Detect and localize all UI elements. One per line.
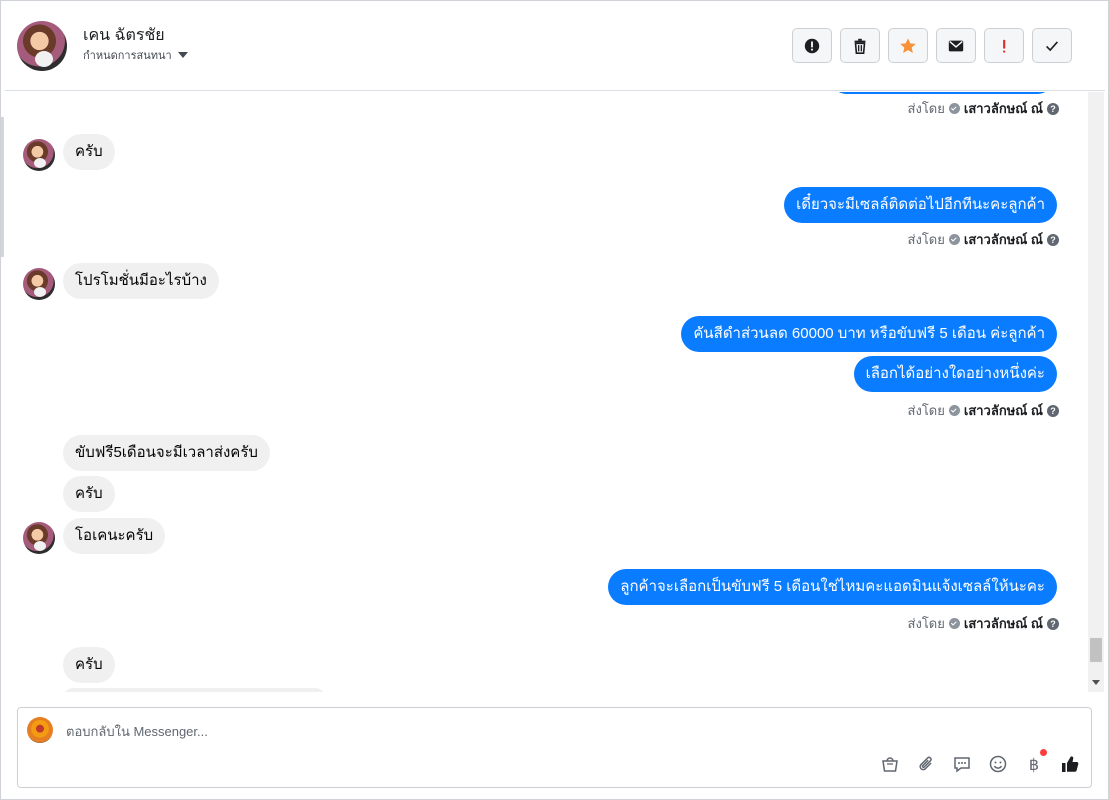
star-icon — [900, 37, 916, 53]
contact-message-avatar[interactable] — [23, 268, 55, 300]
thread-scrollbar[interactable] — [1088, 92, 1104, 692]
report-button[interactable] — [792, 28, 832, 63]
incoming-message-partial — [63, 688, 325, 692]
thumbs-up-icon — [1062, 756, 1079, 772]
incoming-message[interactable]: ครับ — [63, 134, 115, 170]
seen-check-icon — [948, 618, 960, 629]
scrollbar-thumb[interactable] — [1090, 638, 1102, 662]
outgoing-message[interactable]: คันสีดำส่วนลด 60000 บาท หรือขับฟรี 5 เดื… — [681, 316, 1057, 352]
help-icon[interactable]: ? — [1047, 404, 1059, 417]
incoming-message[interactable]: ครับ — [63, 476, 115, 512]
outgoing-message[interactable]: เดี๋ยวจะมีเซลล์ติดต่อไปอีกทีนะคะลูกค้า — [784, 187, 1057, 223]
messenger-window: เคน ฉัตรชัย กำหนดการสนทนา ส่งโดย เสาวลัก… — [0, 0, 1109, 800]
seen-check-icon — [948, 103, 960, 114]
paperclip-icon — [919, 756, 932, 771]
reply-input[interactable] — [66, 722, 766, 740]
contact-name[interactable]: เคน ฉัตรชัย — [83, 23, 165, 48]
check-icon — [1046, 40, 1059, 51]
like-button[interactable] — [1059, 753, 1081, 775]
incoming-message[interactable]: ครับ — [63, 647, 115, 683]
help-icon[interactable]: ? — [1047, 617, 1059, 630]
contact-message-avatar[interactable] — [23, 522, 55, 554]
chat-bubble-icon — [954, 757, 970, 773]
envelope-icon — [948, 40, 964, 51]
conversation-schedule-dropdown[interactable]: กำหนดการสนทนา — [83, 46, 188, 64]
composer-tools: ฿ — [879, 749, 1081, 775]
incoming-message[interactable]: โอเคนะครับ — [63, 518, 166, 554]
sent-by-agent[interactable]: เสาวลักษณ์ ณ์ — [964, 613, 1043, 634]
message-thread[interactable]: ส่งโดย เสาวลักษณ์ ณ์ ? ครับ เดี๋ยวจะมีเซ… — [5, 92, 1088, 692]
sent-by-agent[interactable]: เสาวลักษณ์ ณ์ — [964, 98, 1043, 119]
report-icon — [804, 38, 820, 53]
exclamation-icon — [1003, 39, 1006, 53]
seen-check-icon — [948, 405, 960, 416]
conversation-header: เคน ฉัตรชัย กำหนดการสนทนา — [5, 1, 1105, 91]
seen-check-icon — [948, 234, 960, 245]
conversation-schedule-label: กำหนดการสนทนา — [83, 50, 172, 62]
help-icon[interactable]: ? — [1047, 102, 1059, 115]
sent-by-row: ส่งโดย เสาวลักษณ์ ณ์ ? — [908, 613, 1059, 634]
smiley-icon — [989, 755, 1007, 773]
sent-by-agent[interactable]: เสาวลักษณ์ ณ์ — [964, 400, 1043, 421]
delete-button[interactable] — [840, 28, 880, 63]
emoji-button[interactable] — [987, 753, 1009, 775]
help-icon[interactable]: ? — [1047, 233, 1059, 246]
sent-by-row: ส่งโดย เสาวลักษณ์ ณ์ ? — [908, 400, 1059, 421]
shop-button[interactable] — [879, 753, 901, 775]
notification-dot — [1040, 749, 1047, 756]
saved-replies-button[interactable] — [951, 753, 973, 775]
contact-avatar[interactable] — [17, 21, 67, 71]
attach-button[interactable] — [915, 753, 937, 775]
trash-icon — [854, 38, 866, 54]
star-button[interactable] — [888, 28, 928, 63]
page-avatar — [27, 717, 53, 743]
outgoing-message[interactable]: เลือกได้อย่างใดอย่างหนึ่งค่ะ — [853, 356, 1057, 392]
scroll-down-arrow-icon[interactable] — [1092, 680, 1100, 685]
follow-up-button[interactable] — [984, 28, 1024, 63]
contact-message-avatar[interactable] — [23, 139, 55, 171]
mark-unread-button[interactable] — [936, 28, 976, 63]
sent-by-row: ส่งโดย เสาวลักษณ์ ณ์ ? — [908, 98, 1059, 119]
header-actions — [792, 28, 1072, 63]
outgoing-message-partial — [832, 92, 1052, 94]
panel-divider — [1, 117, 4, 257]
shopping-bag-icon — [882, 757, 898, 772]
sent-by-row: ส่งโดย เสาวลักษณ์ ณ์ ? — [908, 229, 1059, 250]
sent-by-agent[interactable]: เสาวลักษณ์ ณ์ — [964, 229, 1043, 250]
caret-down-icon — [177, 52, 188, 58]
incoming-message[interactable]: โปรโมชั่นมีอะไรบ้าง — [63, 263, 219, 299]
mark-done-button[interactable] — [1032, 28, 1072, 63]
incoming-message[interactable]: ขับฟรี5เดือนจะมีเวลาส่งครับ — [63, 435, 270, 471]
baht-icon: ฿ — [1028, 754, 1040, 774]
payment-button[interactable]: ฿ — [1023, 749, 1047, 775]
reply-composer: ฿ — [17, 707, 1092, 788]
outgoing-message[interactable]: ลูกค้าจะเลือกเป็นขับฟรี 5 เดือนใช่ไหมคะแ… — [608, 569, 1057, 605]
